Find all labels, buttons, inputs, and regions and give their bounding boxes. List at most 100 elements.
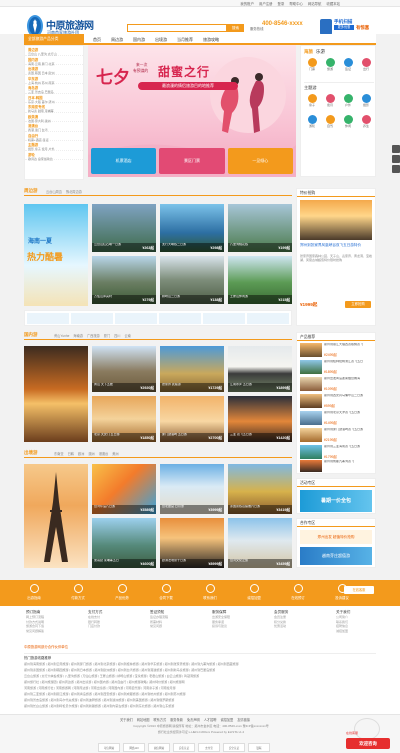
ranking-item[interactable]: 郑州到丽江大理西双版纳双飞 ¥2499起 [300, 342, 372, 359]
category-menu-button[interactable]: 全部旅游产品分类 [24, 34, 84, 45]
ranking-item[interactable]: 郑州到北京天津双飞五日游 ¥1499起 [300, 410, 372, 427]
section-tab[interactable]: 四川 [114, 333, 120, 338]
online-service-button[interactable]: 在线客服 [344, 586, 374, 594]
sidebar-item[interactable]: 周边游 云台山 八里沟 太行山 [25, 46, 83, 56]
sidebar-item[interactable]: 游轮 歌诗达 皇家加勒比 [25, 151, 83, 161]
footer-link[interactable]: 签证办理流程 [150, 615, 168, 620]
qrcode-icon[interactable] [392, 155, 400, 163]
footer-nav-link[interactable]: 友情链接 [237, 717, 250, 722]
footer-link[interactable]: 投诉与建议 [212, 624, 230, 629]
top-link-favorite[interactable]: 收藏本站 [326, 1, 340, 6]
section-tab[interactable]: 厦门 [104, 333, 110, 338]
footer-link[interactable]: 出游安全保障 [212, 615, 230, 620]
ranking-item-title[interactable]: 郑州到北京天津双飞五日游 [324, 411, 372, 419]
tour-card[interactable]: 厦门鼓浪屿 五日游 ¥2700起 [160, 396, 224, 442]
tour-card[interactable]: 北京 天安门 五日游 ¥1850起 [92, 396, 156, 442]
section-tab[interactable]: 云台山周边 [46, 189, 62, 194]
online-chat-widget[interactable]: 欢迎咨询 在线客服 [344, 718, 392, 751]
ranking-item-title[interactable]: 郑州到西安兵马俑华山二日游 [324, 394, 372, 402]
theme-selfdrive[interactable]: 自驾 [322, 115, 338, 132]
tour-card[interactable]: 嵖岈山二日游 ¥138起 [160, 256, 224, 304]
nav-outbound[interactable]: 出境游 [150, 34, 172, 45]
footer-link[interactable]: 门店付款 [88, 624, 102, 629]
featured-image[interactable] [300, 200, 372, 240]
tour-card[interactable]: 江南水乡 五日游 ¥1899起 [228, 346, 292, 392]
footer-nav-link[interactable]: 联系方式 [154, 717, 167, 722]
top-link-account[interactable]: 我的账户 [240, 1, 254, 6]
sidebar-item[interactable]: 欧美澳 法国 意大利 澳洲 [25, 113, 83, 123]
nav-home[interactable]: 首页 [88, 34, 106, 45]
nav-monthly[interactable]: 当月推荐 [172, 34, 198, 45]
tour-card[interactable]: 八里沟桃花谷 ¥199起 [228, 204, 292, 252]
quick-tickets[interactable]: 门票 [304, 58, 320, 75]
ranking-item[interactable]: 郑州出发青岛蓬莱烟台威海 ¥1099起 [300, 376, 372, 393]
banner-promo-tickets[interactable]: 景区门票 [159, 148, 225, 174]
chat-title[interactable]: 欢迎咨询 [346, 738, 390, 749]
top-link-register[interactable]: 用户注册 [259, 1, 273, 6]
ranking-item-title[interactable]: 郑州到丽江大理西双版纳双飞 [324, 343, 372, 351]
service-payment[interactable]: 付款方式 [58, 584, 98, 600]
destination-strip[interactable] [24, 310, 292, 326]
hero-banner[interactable]: 七夕 来一次 有预谋的 甜蜜之行 最浪漫的情侣旅游目的地推荐 机票酒店 景区门票… [88, 45, 296, 177]
promo-summer-island[interactable]: 海南一夏 热力酷暑 [24, 204, 88, 306]
activity-banner[interactable]: 暑期一价全包 [300, 490, 372, 512]
theme-honeymoon[interactable]: 蜜月 [322, 94, 338, 111]
footer-link[interactable]: 常见问题 [150, 624, 168, 629]
quick-travel[interactable]: 出行 [358, 58, 374, 75]
friend-links-row[interactable]: 郑州到三亚旅游 | 郑州到丽江旅游 | 郑州到青岛旅游 | 郑州到西安旅游 | … [24, 692, 376, 697]
sidebar-item[interactable]: 东南亚专线 新马泰 越南 柬埔寨 [25, 103, 83, 113]
trust-badge[interactable]: 实名认证 [173, 743, 195, 752]
top-link-sitenav[interactable]: 网站导航 [308, 1, 322, 6]
ranking-item[interactable]: 郑州到西安兵马俑华山二日游 ¥599起 [300, 393, 372, 410]
ranking-item-title[interactable]: 郑州到成都九寨沟双飞 [324, 460, 372, 468]
back-to-top-icon[interactable] [392, 165, 400, 173]
section-tab[interactable]: 港澳台 [99, 451, 109, 456]
service-contract[interactable]: 合同下载 [146, 584, 186, 600]
service-contact[interactable]: 联系我们 [190, 584, 230, 600]
theme-leisure[interactable]: 休闲 [340, 115, 356, 132]
theme-family[interactable]: 亲子 [304, 94, 320, 111]
sidebar-item[interactable]: 国内游 海南 云南 厦门 北京 [25, 56, 83, 66]
trust-badge[interactable]: 支付宝 [198, 743, 220, 752]
quick-visa[interactable]: 签证 [340, 58, 356, 75]
tour-card[interactable]: 太行大峡谷二日游 ¥298起 [160, 204, 224, 252]
footer-nav-link[interactable]: 人才招聘 [204, 717, 217, 722]
tour-card[interactable]: 吴哥窟 柬埔寨五日 ¥4600起 [92, 518, 156, 568]
sidebar-item[interactable]: 主题游 摄影 亲子 蜜月 户外 [25, 141, 83, 151]
featured-link[interactable]: 郑州到张家界凤凰峡谷双飞五日游特价 [300, 243, 372, 248]
section-tab[interactable]: 美洲 [112, 451, 118, 456]
top-link-help[interactable]: 帮助中心 [289, 1, 303, 6]
featured-domestic[interactable] [24, 346, 88, 442]
section-tab[interactable]: 黄山Yunhe [54, 333, 69, 338]
tour-card[interactable]: 王屋山休闲游 ¥215起 [228, 256, 292, 304]
search-button[interactable]: 搜索 [227, 24, 244, 32]
tour-card[interactable]: 黄山 天下五绝 ¥2920起 [92, 346, 156, 392]
footer-link[interactable]: 常见问题解答 [26, 629, 44, 634]
buy-now-button[interactable]: 立即抢购 [345, 301, 371, 308]
footer-nav-link[interactable]: 网站地图 [137, 717, 150, 722]
trust-badge[interactable]: 银联 [248, 743, 270, 752]
featured-outbound[interactable] [24, 464, 88, 568]
tour-card[interactable]: 张家界 武陵源 ¥1729起 [160, 346, 224, 392]
theme-outdoor[interactable]: 户外 [340, 94, 356, 111]
ranking-item-title[interactable]: 郑州到厦门鼓浪屿双飞五日游 [324, 428, 372, 436]
section-tab[interactable]: 豫北周边游 [66, 189, 82, 194]
sidebar-item[interactable]: 日本.韩国 东京 大阪 首尔 济州 [25, 94, 83, 104]
friend-links-row[interactable]: 郑州到普吉岛旅游 | 郑州到马尔代夫旅游 | 郑州到迪拜旅游 | 郑州到澳洲旅游… [24, 698, 376, 703]
tour-card[interactable]: 泰国曼谷芭提雅六日游 ¥3419起 [228, 464, 292, 514]
friend-links-row[interactable]: 郑州到长白山旅游 | 郑州到呼伦贝尔旅游 | 郑州到新疆旅游 | 郑州到内蒙古旅… [24, 704, 376, 709]
trust-badge[interactable]: 可信网站 [98, 743, 120, 752]
nav-domestic[interactable]: 国内游 [128, 34, 150, 45]
banner-promo-love[interactable]: 一见倾心 [227, 148, 293, 174]
tour-card[interactable]: 台北故宫 日月潭 ¥3999起 [160, 464, 224, 514]
theme-wellness[interactable]: 养生 [358, 115, 374, 132]
footer-nav-link[interactable]: 诚招加盟 [221, 717, 234, 722]
banner-promo-flights[interactable]: 机票酒店 [91, 148, 157, 174]
footer-nav-link[interactable]: 免责声明 [187, 717, 200, 722]
friend-links-row[interactable]: 郑州到泰国旅游 | 郑州到韩国旅游 | 郑州到日本旅游 | 郑州到欧洲旅游 | … [24, 668, 376, 673]
sidebar-item[interactable]: 华东游 上海 杭州 苏州 南京 [25, 75, 83, 85]
sidebar-item-sub[interactable]: 歌诗达 皇家加勒比 [28, 157, 80, 161]
tour-card[interactable]: 台湾文化之旅 ¥3459起 [228, 518, 292, 568]
friend-links-row[interactable]: 郑州到海南旅游 | 郑州到云南旅游 | 郑州到厦门旅游 | 郑州到北京旅游 | … [24, 662, 376, 667]
section-tab[interactable]: 澳洲 [88, 451, 94, 456]
